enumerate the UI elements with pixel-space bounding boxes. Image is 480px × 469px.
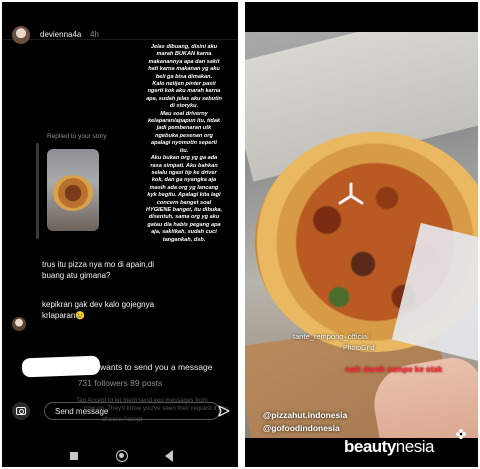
reply-bar: [36, 143, 39, 239]
profile-username[interactable]: devienna4a: [40, 30, 81, 39]
redacted-name: [21, 355, 101, 378]
triangle-back-icon[interactable]: [165, 450, 173, 462]
red-caption: naik darah sampe ke otak: [345, 365, 443, 374]
message-request-text: wants to send you a message: [100, 362, 213, 372]
dm-header: [2, 2, 238, 40]
replied-to-story-label: Replied to your story: [47, 133, 107, 140]
brand-logo: beautynesia: [344, 437, 434, 457]
sender-avatar[interactable]: [12, 317, 26, 331]
message-time: 4h: [90, 30, 99, 39]
send-message-input[interactable]: Send message: [44, 402, 220, 420]
mention-tag-pizzahut[interactable]: @pizzahut.indonesia: [263, 410, 347, 420]
story-thumbnail[interactable]: [47, 149, 99, 231]
send-arrow-icon[interactable]: [218, 405, 230, 417]
watermark-credit: PhotoGrid: [343, 345, 375, 352]
camera-icon[interactable]: [12, 402, 30, 420]
message-bubble-2: kepikran gak dev kalo gojegnya krlaparan…: [42, 300, 155, 320]
pizza-saver-icon: [338, 182, 364, 205]
instagram-dm-screen: devienna4a 4h Jelas dibuang, disini aku …: [2, 2, 238, 467]
message-bubble-1: trus itu pizza nya mo di apain,di buang …: [42, 260, 155, 280]
story-reply-text: Jelas dibuang, disini aku marah BUKAN ka…: [145, 44, 223, 243]
brand-bold: beauty: [344, 437, 396, 456]
square-icon[interactable]: [70, 452, 78, 460]
followers-count: 731 followers 89 posts: [77, 378, 163, 388]
message-composer: Send message: [8, 400, 230, 422]
profile-avatar[interactable]: [12, 26, 30, 44]
circle-icon[interactable]: [116, 450, 128, 462]
android-nav-bar: [2, 445, 238, 467]
watermark-username: tante_rempong_official: [293, 332, 369, 341]
pizza-photo-panel: tante_rempong_official PhotoGrid naik da…: [245, 2, 478, 467]
flower-icon: [456, 429, 466, 439]
pizza-photo: tante_rempong_official PhotoGrid naik da…: [245, 32, 478, 438]
mention-tag-gofood[interactable]: @gofoodindonesia: [263, 423, 340, 433]
brand-regular: nesia: [395, 437, 435, 456]
pizza-image: [53, 175, 93, 211]
